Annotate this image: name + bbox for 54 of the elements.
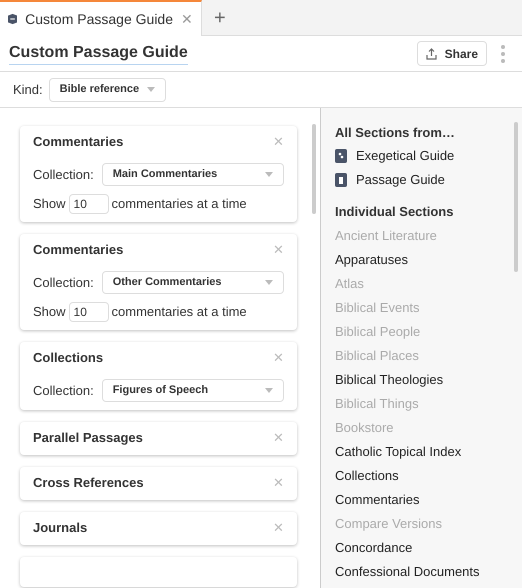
share-button[interactable]: Share (416, 41, 487, 66)
kind-label: Kind: (13, 80, 43, 99)
section-heading: Individual Sections (335, 203, 454, 221)
section-list-item[interactable]: Concordance (335, 536, 522, 560)
guide-list-item[interactable]: Passage Guide (335, 168, 522, 192)
section-list-item: Compare Versions (335, 515, 443, 533)
add-tab-button[interactable]: + (202, 0, 238, 35)
collection-label: Collection: (33, 274, 94, 292)
collection-dropdown[interactable]: Figures of Speech (102, 379, 284, 402)
caret-icon (265, 172, 273, 177)
caret-icon (265, 388, 273, 393)
more-icon[interactable] (501, 44, 505, 62)
card-title: Collections (33, 349, 104, 368)
caret-icon (147, 87, 156, 92)
card-title: Commentaries (33, 241, 124, 260)
section-list-item: Biblical Events (335, 299, 421, 317)
count-field[interactable]: 10 (68, 194, 109, 214)
section-list-item[interactable]: Apparatuses (335, 248, 522, 272)
section-list-item: Biblical Things (335, 395, 420, 413)
section-list-item[interactable]: Confessional Documents (335, 560, 522, 584)
count-field[interactable]: 10 (68, 302, 109, 322)
guide-list-item[interactable]: Exegetical Guide (335, 144, 522, 168)
card-title: Parallel Passages (33, 429, 143, 448)
section-list-item: Ancient Literature (335, 227, 438, 245)
document-tab[interactable]: Custom Passage Guide ✕ (0, 0, 202, 36)
section-list-item: Atlas (335, 275, 365, 293)
section-list-item: Bookstore (335, 419, 395, 437)
section-list-item[interactable]: Collections (335, 464, 522, 488)
section-list-item: Biblical Places (335, 347, 420, 365)
share-icon (426, 48, 437, 60)
tab-label: Custom Passage Guide (25, 10, 173, 29)
caret-icon (265, 280, 273, 285)
section-list-item: Biblical People (335, 323, 422, 341)
card-title: Journals (33, 519, 88, 538)
section-list-item[interactable]: Biblical Theologies (335, 368, 522, 392)
show-suffix: commentaries at a time (112, 303, 247, 322)
guide-title[interactable]: Custom Passage Guide (9, 42, 188, 65)
scrollbar-thumb[interactable] (312, 124, 316, 214)
guide-icon (335, 149, 347, 163)
kind-dropdown[interactable]: Bible reference (48, 78, 166, 102)
collection-dropdown[interactable]: Other Commentaries (102, 271, 284, 294)
show-label: Show (33, 195, 66, 214)
section-heading: All Sections from… (335, 124, 456, 142)
show-suffix: commentaries at a time (112, 195, 247, 214)
section-list-item[interactable]: Catholic Topical Index (335, 440, 522, 464)
collection-dropdown[interactable]: Main Commentaries (102, 163, 284, 186)
collection-label: Collection: (33, 166, 94, 184)
collection-label: Collection: (33, 382, 94, 400)
show-label: Show (33, 303, 66, 322)
section-list-item[interactable]: Commentaries (335, 488, 522, 512)
card-title: Cross References (33, 474, 144, 492)
scrollbar-thumb[interactable] (514, 122, 518, 272)
guide-icon (335, 173, 347, 187)
card-title: Commentaries (33, 133, 124, 152)
